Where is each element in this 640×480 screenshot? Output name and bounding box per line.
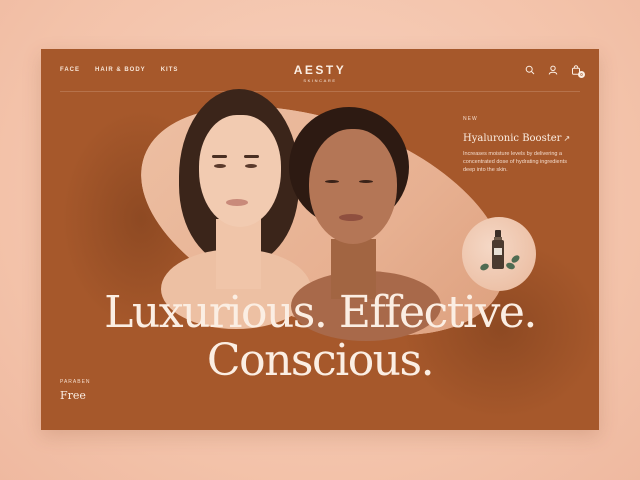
feature-value: Free (60, 389, 86, 402)
model-left-neck (216, 219, 261, 289)
product-link[interactable]: Hyaluronic Booster ↗ (463, 133, 570, 144)
hero-headline-line-2: Conscious. (206, 335, 435, 386)
brand-name: AESTY (293, 63, 347, 77)
product-description: Increases moisture levels by delivering … (463, 151, 567, 173)
model-left-brow (212, 155, 227, 158)
hero-card: FACE HAIR & BODY KITS AESTY SKINCARE 0 L… (41, 49, 599, 430)
model-right-face (309, 129, 397, 244)
model-left-lips (226, 199, 248, 206)
model-left-eye (245, 164, 257, 168)
brand-logo[interactable]: AESTY SKINCARE (41, 63, 599, 83)
cart-count-badge: 0 (578, 71, 585, 78)
user-icon[interactable] (548, 65, 558, 75)
arrow-up-right-icon: ↗ (563, 134, 571, 143)
model-right-lips (339, 214, 363, 221)
new-badge: NEW (463, 116, 478, 122)
brand-tagline: SKINCARE (303, 78, 337, 83)
header-divider (60, 91, 580, 92)
model-left-eye (214, 164, 226, 168)
model-left-brow (244, 155, 259, 158)
hero-headline: Luxurious. Effective. Conscious. (41, 289, 599, 385)
serum-bottle-image (492, 230, 504, 269)
model-right-eye (325, 180, 339, 183)
model-right-eye (359, 180, 373, 183)
model-left-face (199, 115, 281, 227)
feature-label: PARABEN (60, 379, 91, 385)
product-name: Hyaluronic Booster (463, 133, 562, 144)
header-actions: 0 (525, 65, 585, 78)
search-icon[interactable] (525, 65, 535, 75)
cart-button[interactable]: 0 (571, 65, 585, 78)
hero-headline-line-1: Luxurious. Effective. (104, 287, 537, 338)
